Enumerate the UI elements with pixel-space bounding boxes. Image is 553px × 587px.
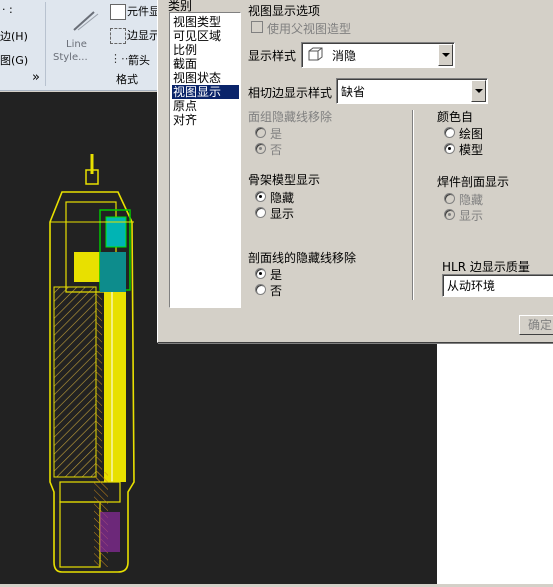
section-no-label: 否 xyxy=(270,284,283,298)
category-item[interactable]: 原点 xyxy=(172,99,239,113)
color-drawing-radio[interactable] xyxy=(444,127,455,138)
skeleton-hide-label: 隐藏 xyxy=(270,191,295,205)
category-list[interactable]: 视图类型 可见区域 比例 截面 视图状态 视图显示 原点 对齐 xyxy=(169,12,241,308)
ok-button[interactable]: 确定 xyxy=(519,315,553,335)
hlr-quality-label: HLR 边显示质量 xyxy=(442,260,530,274)
weld-label: 焊件剖面显示 xyxy=(437,175,510,189)
tangent-edge-label: 相切边显示样式 xyxy=(248,86,333,100)
line-style-label-1[interactable]: Line xyxy=(66,39,87,50)
face-group-yes-radio[interactable] xyxy=(255,127,266,138)
display-style-label: 显示样式 xyxy=(248,49,297,63)
line-style-label-2[interactable]: Style... xyxy=(53,52,88,63)
skeleton-hide-radio[interactable] xyxy=(255,191,266,202)
face-group-no-label: 否 xyxy=(270,143,283,157)
section-yes-radio[interactable] xyxy=(255,268,266,279)
category-item[interactable]: 视图状态 xyxy=(172,71,239,85)
skeleton-show-radio[interactable] xyxy=(255,207,266,218)
ribbon-top-item: · : xyxy=(2,3,13,16)
category-item[interactable]: 对齐 xyxy=(172,113,239,127)
weld-hide-radio[interactable] xyxy=(444,193,455,204)
ribbon-view-item[interactable]: 图(G) xyxy=(0,52,28,68)
category-item[interactable]: 比例 xyxy=(172,43,239,57)
display-style-select[interactable]: 消隐 xyxy=(301,42,455,68)
ribbon: · : 边(H) 图(G) » Line Style... 元件显 边显示 ⋮⋯… xyxy=(0,0,160,91)
category-item[interactable]: 截面 xyxy=(172,57,239,71)
vertical-divider xyxy=(412,110,413,300)
ribbon-separator xyxy=(45,2,46,86)
category-item[interactable]: 视图类型 xyxy=(172,15,239,29)
face-group-no-radio[interactable] xyxy=(255,143,266,154)
section-yes-label: 是 xyxy=(270,268,283,282)
white-panel xyxy=(437,342,553,584)
color-from-label: 颜色自 xyxy=(437,110,474,124)
section-no-radio[interactable] xyxy=(255,284,266,295)
hlr-quality-select[interactable]: 从动环境 xyxy=(442,274,553,297)
use-parent-style-label: 使用父视图造型 xyxy=(267,22,352,36)
ribbon-edge-item[interactable]: 边(H) xyxy=(0,28,28,44)
color-model-radio[interactable] xyxy=(444,143,455,154)
category-item-selected[interactable]: 视图显示 xyxy=(172,85,239,99)
edge-display-icon xyxy=(110,28,126,44)
skeleton-label: 骨架模型显示 xyxy=(248,173,321,187)
weld-show-label: 显示 xyxy=(459,209,484,223)
tangent-edge-value: 缺省 xyxy=(341,85,366,99)
line-style-icon[interactable] xyxy=(70,6,100,34)
section-hidden-label: 剖面线的隐藏线移除 xyxy=(248,251,357,265)
tangent-edge-select[interactable]: 缺省 xyxy=(336,78,488,104)
format-group-label: 格式 xyxy=(116,73,138,86)
hlr-quality-value: 从动环境 xyxy=(447,279,496,293)
skeleton-show-label: 显示 xyxy=(270,207,295,221)
color-drawing-label: 绘图 xyxy=(459,127,484,141)
category-item[interactable]: 可见区域 xyxy=(172,29,239,43)
weld-show-radio[interactable] xyxy=(444,209,455,220)
face-group-yes-label: 是 xyxy=(270,127,283,141)
arrow-button[interactable]: 箭头 xyxy=(128,52,150,68)
display-style-value: 消隐 xyxy=(332,49,357,63)
color-model-label: 模型 xyxy=(459,143,484,157)
edge-display-button[interactable]: 边显示 xyxy=(127,27,160,43)
component-icon xyxy=(110,4,126,20)
chevron-down-icon[interactable] xyxy=(471,80,486,102)
section-title: 视图显示选项 xyxy=(248,4,321,18)
use-parent-style-checkbox[interactable] xyxy=(251,21,263,33)
weld-hide-label: 隐藏 xyxy=(459,193,484,207)
collapse-icon[interactable]: » xyxy=(32,70,40,85)
hidden-line-icon xyxy=(307,47,323,64)
component-display-button[interactable]: 元件显 xyxy=(127,3,160,19)
chevron-down-icon[interactable] xyxy=(438,44,453,66)
face-group-label: 面组隐藏线移除 xyxy=(248,110,333,124)
